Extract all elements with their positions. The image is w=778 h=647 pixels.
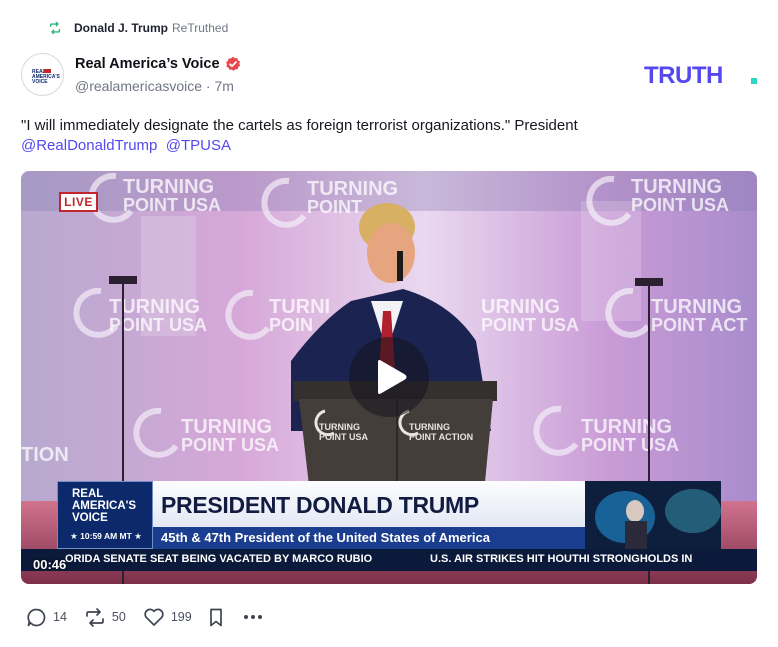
real-americas-voice-logo: REAL AMERICA'S VOICE (31, 68, 61, 85)
retruth-icon (49, 21, 61, 35)
author-handle: @realamericasvoice · 7m (75, 78, 234, 94)
svg-text:POINT ACT: POINT ACT (651, 315, 747, 335)
author-name[interactable]: Real America’s Voice (75, 56, 220, 72)
inset-video (585, 481, 721, 549)
post-body: "I will immediately designate the cartel… (21, 116, 761, 156)
network-logo: REAL AMERICA'S VOICE (72, 488, 137, 524)
avatar[interactable]: REAL AMERICA'S VOICE (21, 53, 64, 96)
retruth-count: 50 (111, 610, 126, 624)
retruth-header: Donald J. Trump ReTruthed (48, 18, 228, 38)
bookmark-button[interactable] (207, 607, 225, 628)
like-button[interactable]: 199 (143, 607, 192, 627)
star-icon: ★ (70, 531, 78, 541)
play-icon (378, 360, 407, 394)
like-count: 199 (170, 610, 192, 624)
svg-text:TURNING: TURNING (319, 422, 360, 432)
subheadline-text: 45th & 47th President of the United Stat… (161, 530, 490, 545)
retruth-button[interactable]: 50 (84, 607, 126, 628)
heart-icon (144, 608, 164, 626)
broadcast-time: ★ 10:59 AM MT ★ (70, 531, 142, 541)
retruth-user-link[interactable]: Donald J. Trump (74, 21, 168, 35)
headline-text: PRESIDENT DONALD TRUMP (161, 492, 479, 518)
post-author: Real America’s Voice @realamericasvoice … (75, 54, 241, 96)
retruth-icon (86, 607, 104, 627)
more-icon (243, 615, 262, 619)
svg-text:POIN: POIN (269, 315, 313, 335)
svg-text:POINT USA: POINT USA (581, 435, 679, 455)
headline-box: PRESIDENT DONALD TRUMP (153, 481, 585, 527)
svg-text:POINT USA: POINT USA (631, 195, 729, 215)
video-player[interactable]: TURNING POINT USA TURNING POINT TURNING … (21, 171, 757, 584)
more-button[interactable] (242, 607, 264, 627)
svg-text:VOICE: VOICE (32, 79, 48, 85)
svg-text:TRUTH: TRUTH (644, 62, 723, 86)
ticker-item: U.S. AIR STRIKES HIT HOUTHI STRONGHOLDS … (430, 553, 693, 565)
ticker-item: ORIDA SENATE SEAT BEING VACATED BY MARCO… (65, 553, 373, 565)
post-text: "I will immediately designate the cartel… (21, 117, 578, 134)
svg-text:POINT USA: POINT USA (181, 435, 279, 455)
bookmark-icon (209, 608, 222, 626)
reply-icon (27, 608, 46, 626)
post-actions: 14 50 199 (26, 604, 264, 630)
reply-count: 14 (53, 610, 67, 624)
reply-button[interactable]: 14 (26, 607, 67, 628)
svg-text:POINT USA: POINT USA (481, 315, 579, 335)
svg-text:TION: TION (21, 444, 69, 466)
news-ticker: ORIDA SENATE SEAT BEING VACATED BY MARCO… (21, 549, 757, 571)
svg-text:TURNING: TURNING (409, 422, 450, 432)
mention-link[interactable]: @TPUSA (166, 137, 231, 154)
svg-text:POINT: POINT (307, 197, 362, 217)
svg-text:POINT ACTION: POINT ACTION (409, 432, 473, 442)
network-logo-box: REAL AMERICA'S VOICE ★ 10:59 AM MT ★ (57, 481, 153, 549)
svg-text:POINT USA: POINT USA (319, 432, 369, 442)
live-badge: LIVE (59, 192, 98, 212)
verified-badge-icon (225, 56, 240, 71)
star-icon: ★ (134, 531, 142, 541)
lower-third-banner: REAL AMERICA'S VOICE ★ 10:59 AM MT ★ PRE… (57, 481, 721, 549)
play-button[interactable] (349, 337, 429, 417)
video-timestamp: 00:46 (33, 557, 67, 572)
retruth-label: ReTruthed (172, 21, 229, 35)
subheadline-box: 45th & 47th President of the United Stat… (153, 527, 585, 549)
svg-text:POINT USA: POINT USA (123, 195, 221, 215)
truth-social-logo: TRUTH (644, 62, 757, 86)
mention-link[interactable]: @RealDonaldTrump (21, 137, 157, 154)
